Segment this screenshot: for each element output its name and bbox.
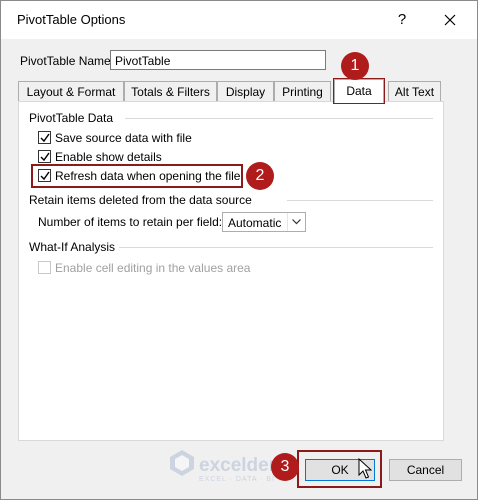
dialog-title: PivotTable Options: [17, 12, 126, 27]
enable-show-details-checkbox[interactable]: [38, 150, 51, 163]
pivottable-options-dialog: PivotTable Options ? PivotTable Name: Pi…: [0, 0, 478, 500]
save-source-label[interactable]: Save source data with file: [55, 131, 192, 145]
retain-items-select[interactable]: Automatic: [222, 212, 306, 232]
section-divider: [287, 200, 433, 201]
tab-printing[interactable]: Printing: [274, 81, 331, 101]
tab-totals-filters[interactable]: Totals & Filters: [124, 81, 217, 101]
watermark-tagline: EXCEL · DATA · BI: [199, 476, 275, 483]
title-bar: PivotTable Options ?: [1, 1, 477, 39]
save-source-checkbox[interactable]: [38, 131, 51, 144]
tab-alt-text[interactable]: Alt Text: [388, 81, 441, 101]
retain-items-label: Number of items to retain per field:: [38, 215, 223, 229]
close-icon[interactable]: [437, 9, 463, 31]
exceldemy-logo-icon: [170, 450, 194, 476]
tab-layout-format[interactable]: Layout & Format: [18, 81, 124, 101]
pivottable-name-label: PivotTable Name:: [20, 54, 115, 68]
tab-display[interactable]: Display: [217, 81, 274, 101]
help-button[interactable]: ?: [390, 10, 414, 30]
section-title-retain-items: Retain items deleted from the data sourc…: [29, 193, 252, 207]
step-badge-3: 3: [271, 453, 299, 481]
section-title-pivottable-data: PivotTable Data: [29, 111, 114, 125]
enable-cell-editing-label: Enable cell editing in the values area: [55, 261, 251, 275]
chevron-down-icon[interactable]: [287, 213, 305, 231]
mouse-pointer-icon: [358, 458, 372, 479]
section-title-what-if: What-If Analysis: [29, 240, 116, 254]
step-badge-2: 2: [246, 162, 274, 190]
section-divider: [125, 118, 433, 119]
enable-cell-editing-checkbox: [38, 261, 51, 274]
step-badge-1: 1: [341, 52, 369, 80]
tab-data[interactable]: Data: [334, 79, 384, 103]
retain-items-value: Automatic: [228, 216, 282, 230]
pivottable-name-input[interactable]: PivotTable: [110, 50, 326, 70]
enable-show-details-label[interactable]: Enable show details: [55, 150, 162, 164]
highlight-refresh-option: [31, 164, 243, 188]
section-divider: [119, 247, 433, 248]
cancel-button[interactable]: Cancel: [389, 459, 462, 481]
